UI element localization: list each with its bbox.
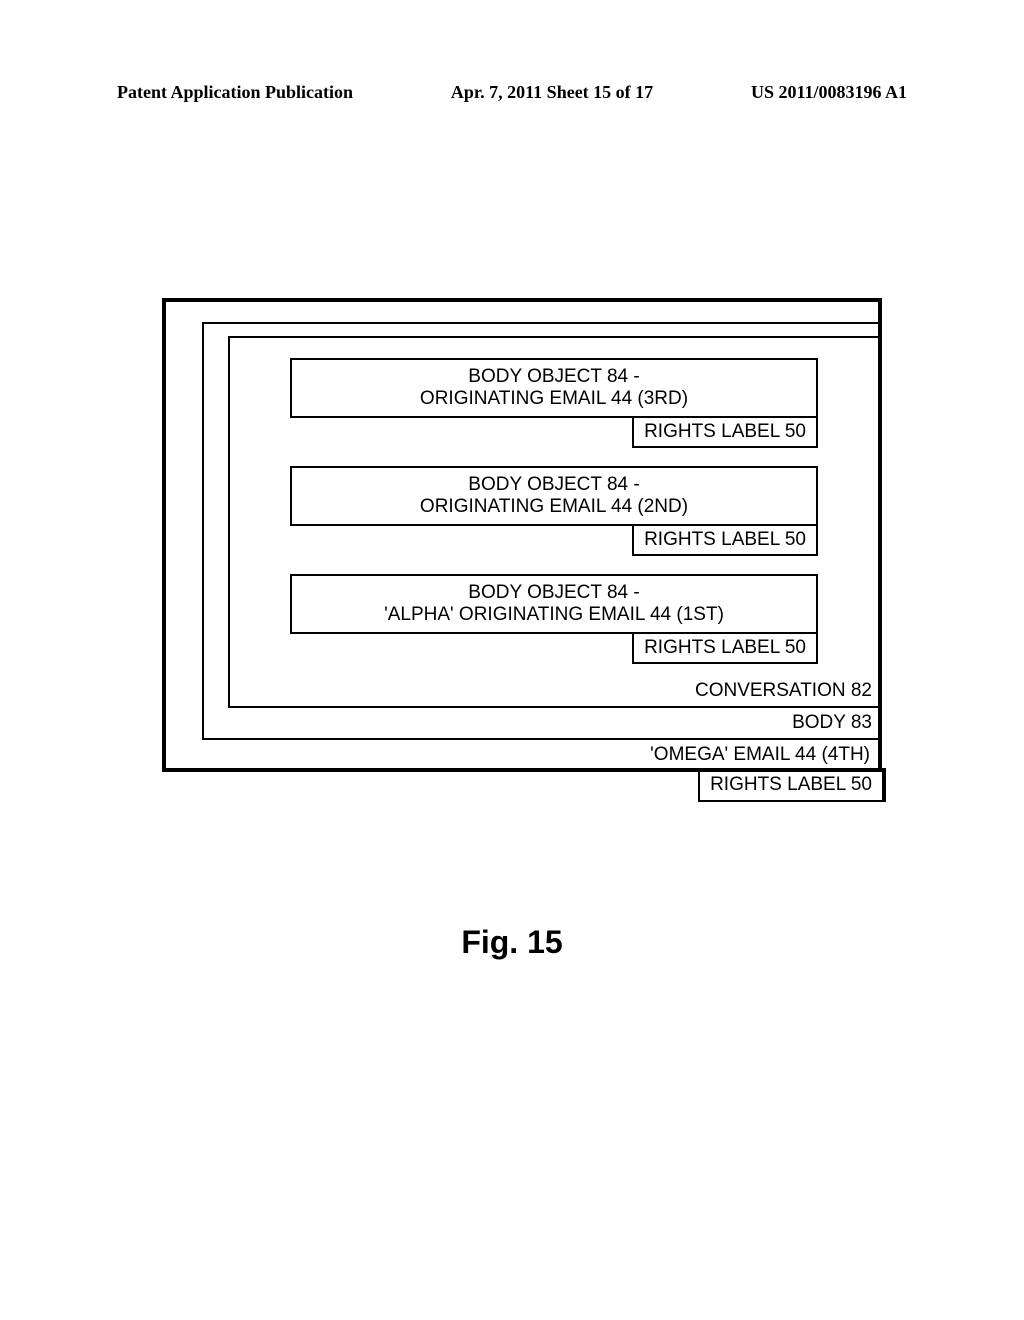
- body-83-box: BODY OBJECT 84 - ORIGINATING EMAIL 44 (3…: [202, 322, 880, 740]
- body-object-line2: ORIGINATING EMAIL 44 (2ND): [292, 496, 816, 518]
- omega-label: 'OMEGA' EMAIL 44 (4TH): [166, 740, 878, 768]
- conversation-82-box: BODY OBJECT 84 - ORIGINATING EMAIL 44 (3…: [228, 336, 880, 708]
- header-publication-type: Patent Application Publication: [117, 82, 353, 103]
- spacing-row: RIGHTS LABEL 50: [290, 526, 818, 574]
- body-object-line1: BODY OBJECT 84 -: [292, 582, 816, 604]
- body-object-line1: BODY OBJECT 84 -: [292, 366, 816, 388]
- spacing-row: RIGHTS LABEL 50: [290, 418, 818, 466]
- rights-label-2nd: RIGHTS LABEL 50: [632, 524, 818, 556]
- body-object-2nd: BODY OBJECT 84 - ORIGINATING EMAIL 44 (2…: [290, 466, 818, 526]
- body-object-line1: BODY OBJECT 84 -: [292, 474, 816, 496]
- figure-caption: Fig. 15: [0, 924, 1024, 961]
- header-publication-number: US 2011/0083196 A1: [751, 82, 907, 103]
- body-object-3rd: BODY OBJECT 84 - ORIGINATING EMAIL 44 (3…: [290, 358, 818, 418]
- rights-label-outer: RIGHTS LABEL 50: [698, 768, 886, 802]
- spacing-row: RIGHTS LABEL 50: [290, 634, 818, 676]
- conversation-label: CONVERSATION 82: [230, 676, 878, 706]
- body-label: BODY 83: [204, 708, 878, 738]
- body-object-line2: 'ALPHA' ORIGINATING EMAIL 44 (1ST): [292, 604, 816, 626]
- body-object-1st: BODY OBJECT 84 - 'ALPHA' ORIGINATING EMA…: [290, 574, 818, 634]
- omega-email-box: BODY OBJECT 84 - ORIGINATING EMAIL 44 (3…: [162, 298, 882, 772]
- page-header: Patent Application Publication Apr. 7, 2…: [0, 82, 1024, 103]
- header-date-sheet: Apr. 7, 2011 Sheet 15 of 17: [451, 82, 653, 103]
- body-object-line2: ORIGINATING EMAIL 44 (3RD): [292, 388, 816, 410]
- rights-label-1st: RIGHTS LABEL 50: [632, 632, 818, 664]
- rights-label-3rd: RIGHTS LABEL 50: [632, 416, 818, 448]
- figure-diagram: BODY OBJECT 84 - ORIGINATING EMAIL 44 (3…: [162, 298, 882, 806]
